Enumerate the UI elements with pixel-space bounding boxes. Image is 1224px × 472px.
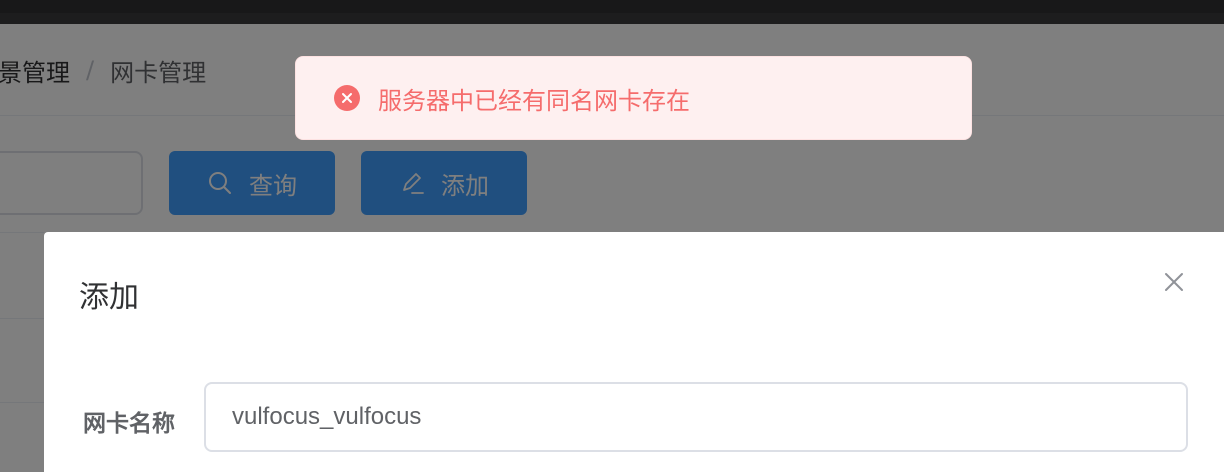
nic-name-label: 网卡名称: [83, 411, 175, 437]
error-circle-icon: [334, 85, 360, 111]
nic-name-input[interactable]: [204, 382, 1188, 452]
error-message: 服务器中已经有同名网卡存在: [295, 56, 972, 140]
close-icon[interactable]: [1160, 268, 1188, 296]
add-dialog: 添加 网卡名称: [44, 232, 1224, 472]
dialog-title: 添加: [79, 280, 139, 315]
error-message-text: 服务器中已经有同名网卡存在: [378, 86, 690, 115]
